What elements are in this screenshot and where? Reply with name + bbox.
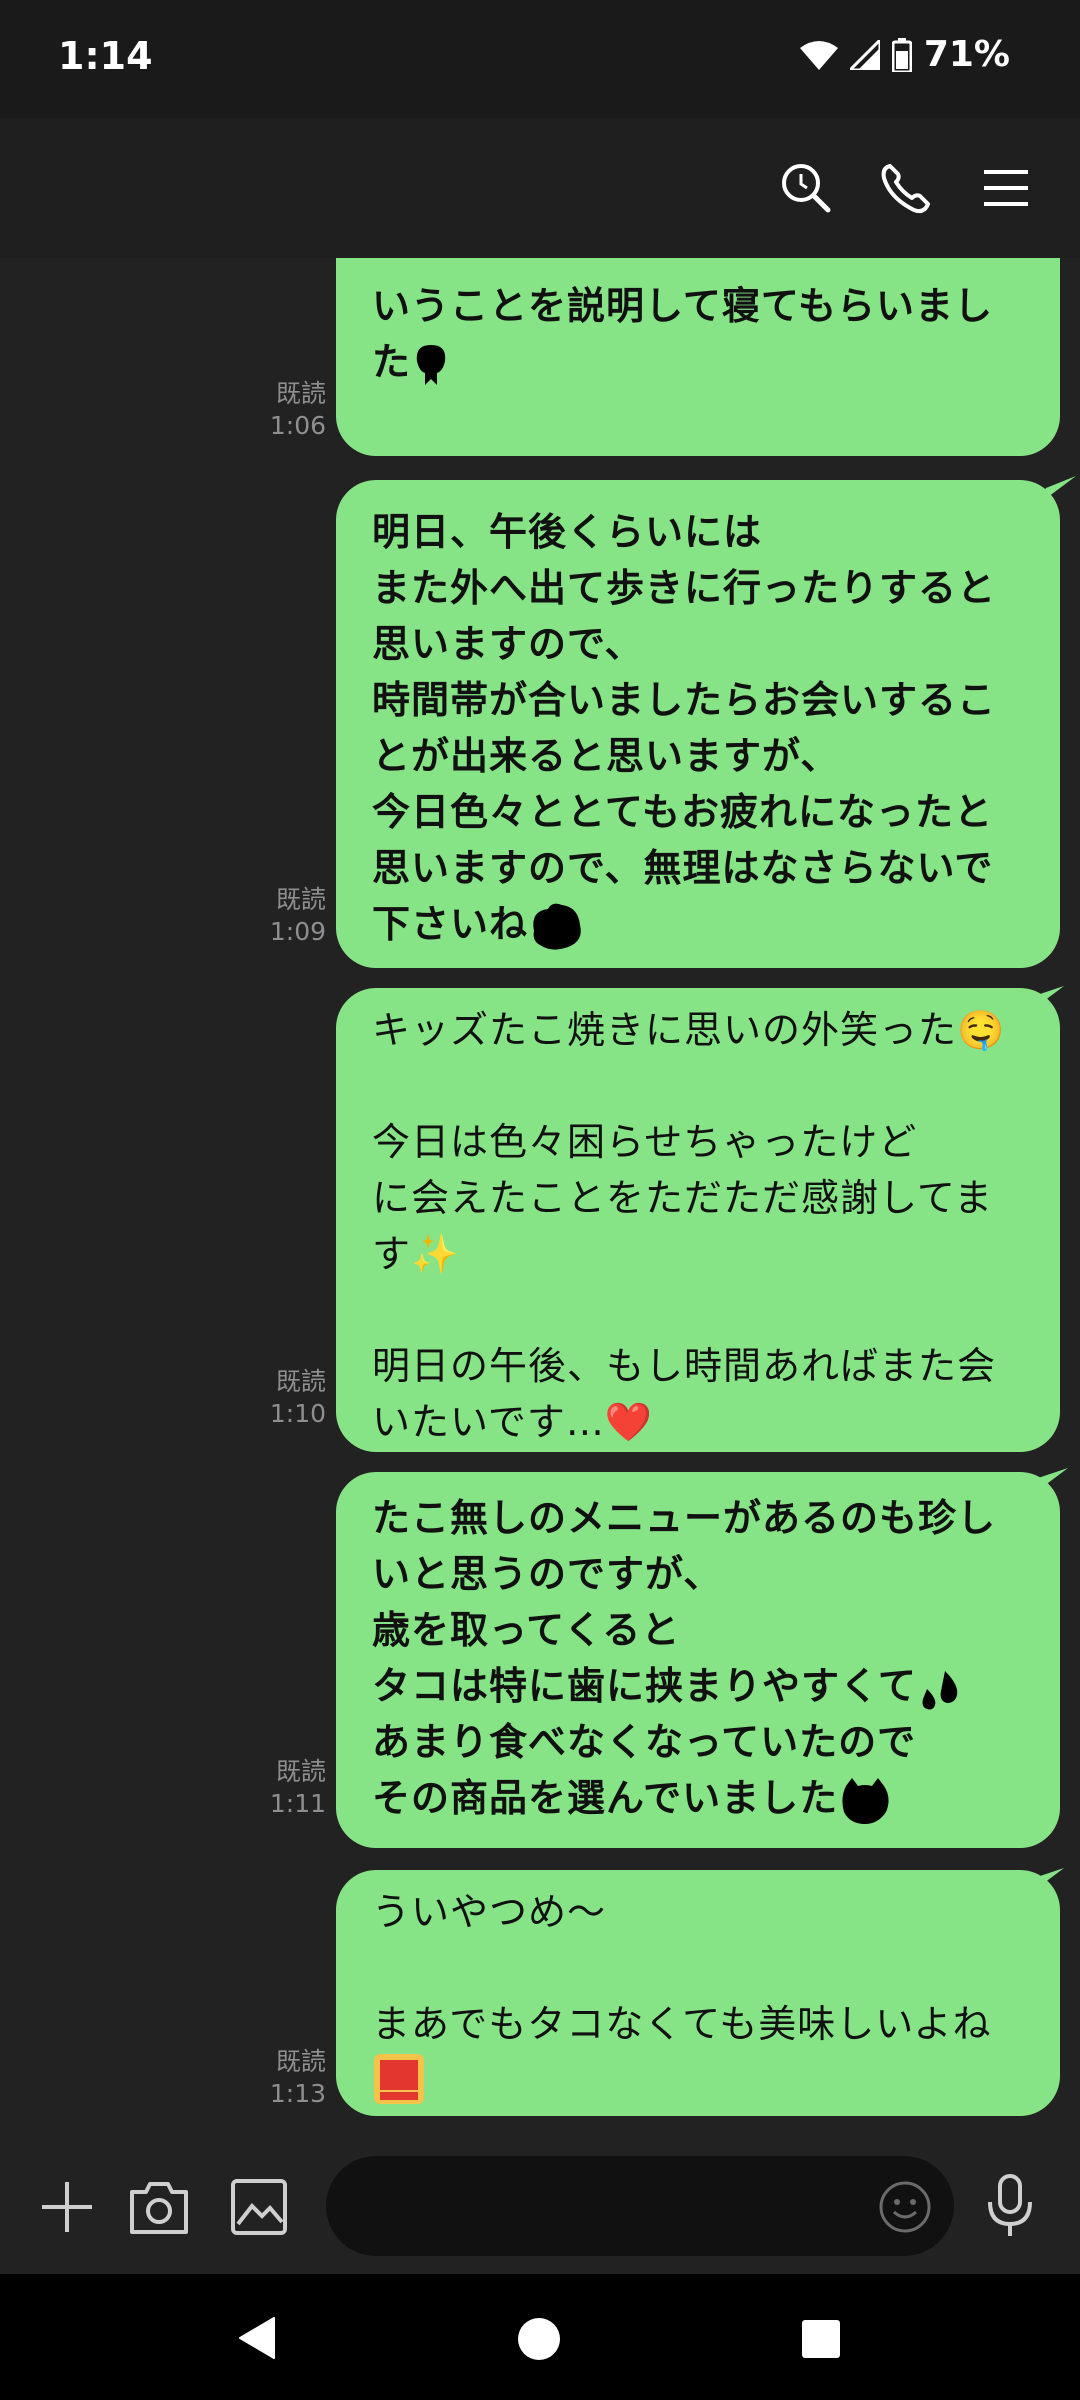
- message-meta: 既読 1:13: [216, 2046, 326, 2110]
- read-receipt: 既読: [275, 1757, 326, 1786]
- chat-messages[interactable]: いうことを説明して寝てもらいまし た 既読 1:06 明日、午後くらいには また…: [0, 258, 1080, 2138]
- bubble-tail: [1028, 1468, 1068, 1498]
- system-nav-bar: [0, 2274, 1080, 2400]
- wifi-icon: [799, 40, 838, 70]
- status-time: 1:14: [58, 34, 153, 78]
- chat-header: [0, 118, 1080, 258]
- message-line: 思いますので、: [372, 622, 644, 666]
- message-line-text: 下さいね: [372, 902, 529, 946]
- read-receipt: 既読: [275, 885, 326, 914]
- message-meta: 既読 1:10: [216, 1366, 326, 1430]
- recents-icon[interactable]: [800, 2318, 842, 2360]
- message-time: 1:13: [269, 2079, 326, 2108]
- bubble-tail: [1036, 476, 1076, 506]
- message-line: に会えたことをただただ感謝してま: [372, 1176, 993, 1220]
- emoji-icon: [416, 344, 446, 385]
- bubble-tail: [1024, 1868, 1064, 1898]
- message-line: タコは特に歯に挟まりやすくて: [372, 1658, 1020, 1714]
- message-line: ういやつめ〜: [372, 1890, 607, 1934]
- emoji-smile-icon[interactable]: [878, 2180, 932, 2234]
- plus-icon[interactable]: [40, 2180, 94, 2234]
- sweat-drops-icon: [922, 1670, 958, 1709]
- message-bubble[interactable]: ういやつめ〜 まあでもタコなくても美味しいよね: [336, 1868, 1064, 2116]
- battery-icon: [891, 37, 912, 72]
- message-meta: 既読 1:06: [216, 378, 326, 442]
- message-bubble[interactable]: いうことを説明して寝てもらいまし た: [336, 258, 1060, 456]
- message-line: 今日色々ととてもお疲れになったと: [372, 790, 993, 834]
- message-line: いたいです…❤️: [372, 1400, 654, 1444]
- message-line-text: た: [372, 340, 412, 384]
- image-icon[interactable]: [230, 2178, 288, 2236]
- bubble-tail: [1024, 986, 1064, 1016]
- message-line: 時間帯が合いましたらお会いするこ: [372, 678, 997, 722]
- camera-icon[interactable]: [128, 2178, 190, 2236]
- message-line: 明日、午後くらいには: [372, 510, 763, 554]
- message-time: 1:10: [269, 1399, 326, 1428]
- message-bubble[interactable]: キッズたこ焼きに思いの外笑った🤤 今日は色々困らせちゃったけど に会えたことをた…: [336, 986, 1064, 1452]
- message-time: 1:06: [269, 411, 326, 440]
- message-line: 今日は色々困らせちゃったけど: [372, 1120, 918, 1164]
- message-meta: 既読 1:11: [216, 1756, 326, 1820]
- message-line: たこ無しのメニューがあるのも珍し: [372, 1496, 997, 1540]
- message-line: 歳を取ってくると: [372, 1608, 681, 1652]
- message-line: 下さいね: [372, 896, 1020, 953]
- message-input-bar: [0, 2138, 1080, 2274]
- home-icon[interactable]: [516, 2316, 562, 2362]
- message-line: キッズたこ焼きに思いの外笑った🤤: [372, 1008, 1006, 1052]
- message-line: また外へ出て歩きに行ったりすると: [372, 566, 997, 610]
- read-receipt: 既読: [275, 1367, 326, 1396]
- signal-icon: [849, 39, 880, 70]
- message-bubble[interactable]: たこ無しのメニューがあるのも珍し いと思うのですが、 歳を取ってくると タコは特…: [336, 1468, 1068, 1848]
- message-line: す✨: [372, 1232, 460, 1276]
- message-time: 1:09: [269, 917, 326, 946]
- message-line-text: その商品を選んでいました: [372, 1776, 839, 1820]
- emoji-icon: [842, 1777, 889, 1824]
- message-line: 思いますので、無理はなさらないで: [372, 846, 994, 890]
- message-line: た: [372, 334, 1020, 390]
- message-line: 明日の午後、もし時間あればまた会: [372, 1344, 997, 1388]
- message-line: あまり食べなくなっていたので: [372, 1720, 917, 1764]
- message-bubble[interactable]: 明日、午後くらいには また外へ出て歩きに行ったりすると 思いますので、 時間帯が…: [336, 476, 1076, 968]
- battery-percent: 71%: [923, 34, 1010, 75]
- emoji-icon: [533, 903, 581, 950]
- menu-icon[interactable]: [976, 158, 1036, 218]
- message-line: まあでもタコなくても美味しいよね: [372, 2002, 992, 2046]
- status-bar: 1:14 71%: [0, 0, 1080, 118]
- message-line-text: タコは特に歯に挟まりやすくて: [372, 1664, 917, 1708]
- microphone-icon[interactable]: [986, 2174, 1034, 2238]
- message-input[interactable]: [326, 2156, 954, 2256]
- message-time: 1:11: [269, 1789, 326, 1818]
- search-icon[interactable]: [776, 158, 836, 218]
- umai-sticker-icon: [374, 2054, 424, 2104]
- message-line: とが出来ると思いますが、: [372, 734, 840, 778]
- message-meta: 既読 1:09: [216, 884, 326, 948]
- message-line: いうことを説明して寝てもらいまし: [372, 284, 993, 328]
- message-line: いと思うのですが、: [372, 1552, 723, 1596]
- read-receipt: 既読: [275, 379, 326, 408]
- back-icon[interactable]: [236, 2316, 280, 2360]
- status-indicators: 71%: [799, 34, 1010, 75]
- message-line: その商品を選んでいました: [372, 1770, 1020, 1826]
- phone-icon[interactable]: [876, 158, 936, 218]
- read-receipt: 既読: [275, 2047, 326, 2076]
